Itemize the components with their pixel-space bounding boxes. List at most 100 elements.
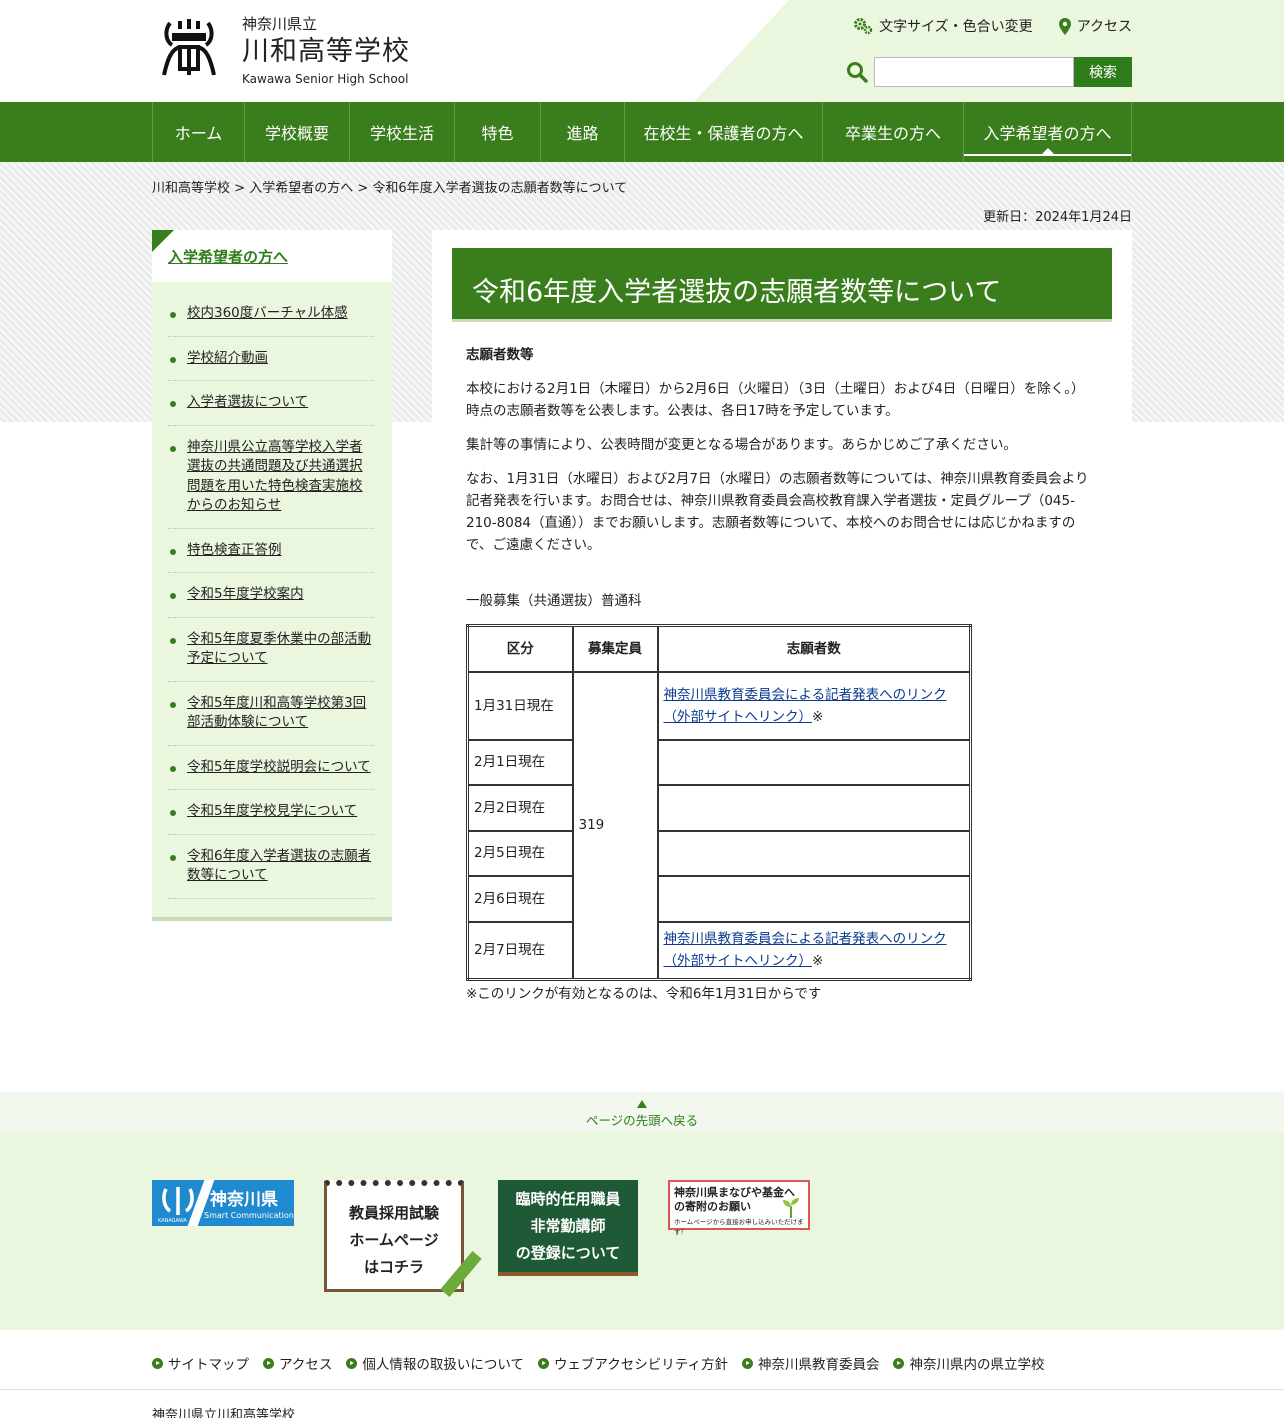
banner-line: はコチラ [363,1258,424,1276]
footer-school-name: 神奈川県立川和高等学校 [152,1408,296,1418]
side-item[interactable]: 特色検査正答例 [168,529,374,573]
press-release-link[interactable]: 神奈川県教育委員会による記者発表へのリンク（外部サイトへリンク） [664,931,947,969]
kanagawa-banner[interactable]: KANAGAWA 神奈川県 Smart Communication [152,1180,294,1226]
nav-about[interactable]: 学校概要 [244,102,349,162]
search-icon [847,62,868,83]
table-row: 1月31日現在 319 神奈川県教育委員会による記者発表へのリンク（外部サイトへ… [466,670,972,981]
kanagawa-title: 神奈川県 [210,1190,278,1210]
fund-sub: ホームページから直接お申し込みいただけます！ [674,1218,804,1236]
font-color-link[interactable]: 文字サイズ・色合い変更 [853,16,1033,36]
font-color-label: 文字サイズ・色合い変更 [879,19,1033,35]
nav-graduates[interactable]: 卒業生の方へ [822,102,963,162]
side-item[interactable]: 令和6年度入学者選抜の志願者数等について [168,835,374,899]
row-label: 2月7日現在 [466,920,574,981]
side-item[interactable]: 校内360度バーチャル体感 [168,292,374,337]
teacher-exam-banner[interactable]: 教員採用試験 ホームページ はコチラ [324,1180,482,1298]
side-menu-title[interactable]: 入学希望者の方へ [152,230,392,282]
temp-staff-banner[interactable]: 臨時的任用職員 非常勤講師 の登録について [498,1180,638,1276]
banner-area: KANAGAWA 神奈川県 Smart Communication 教員採用試験… [0,1132,1284,1330]
col-header: 志願者数 [656,624,972,673]
back-to-top[interactable]: ページの先頭へ戻る [0,1092,1284,1132]
applicants-cell [656,738,972,786]
table-row: 2月7日現在 神奈川県教育委員会による記者発表へのリンク（外部サイトへリンク）※ [466,920,972,981]
footer-link-accessibility[interactable]: ウェブアクセシビリティ方針 [537,1353,728,1373]
col-header: 区分 [466,624,574,673]
side-item[interactable]: 令和5年度川和高等学校第3回部活動体験について [168,682,374,746]
arrow-right-icon [263,1357,274,1369]
footer-link-sitemap[interactable]: サイトマップ [152,1353,249,1373]
side-item[interactable]: 神奈川県公立高等学校入学者選抜の共通問題及び共通選択問題を用いた特色検査実施校か… [168,426,374,529]
arrow-right-icon [893,1357,905,1369]
applicants-cell [656,829,972,877]
main-content: 令和6年度入学者選抜の志願者数等について 志願者数等 本校における2月1日（木曜… [432,230,1132,1005]
access-label: アクセス [1076,19,1132,35]
table-row: 2月6日現在 [466,874,972,923]
paragraph-contact: なお、1月31日（水曜日）および2月7日（水曜日）の志願者数等については、神奈川… [466,471,1089,553]
side-menu-list: 校内360度バーチャル体感 学校紹介動画 入学者選抜について 神奈川県公立高等学… [152,282,392,921]
nav-home[interactable]: ホーム [152,102,244,162]
applicants-cell [656,783,972,832]
access-link[interactable]: アクセス [1058,16,1132,36]
banner-line: 臨時的任用職員 [515,1190,621,1208]
nav-school-life[interactable]: 学校生活 [349,102,454,162]
banner-line: ホームページ [349,1231,439,1249]
table-row: 2月1日現在 [466,738,972,786]
table-header-row: 区分 募集定員 志願者数 [466,624,972,673]
nav-features[interactable]: 特色 [454,102,540,162]
nav-students-parents[interactable]: 在校生・保護者の方へ [624,102,822,162]
global-nav-list: ホーム 学校概要 学校生活 特色 進路 在校生・保護者の方へ 卒業生の方へ 入学… [152,102,1132,162]
table-caption: 一般募集（共通選抜）普通科 [466,593,642,609]
school-name: 川和高等学校 [242,36,410,67]
school-name-en: Kawawa Senior High School [242,72,409,86]
banner-line: 教員採用試験 [348,1204,439,1222]
footer-link-board[interactable]: 神奈川県教育委員会 [741,1353,879,1373]
school-prefecture: 神奈川県立 [242,15,318,33]
applicants-cell [656,874,972,923]
banner-line: の登録について [515,1244,621,1262]
nav-prospective[interactable]: 入学希望者の方へ [963,102,1132,162]
manabiya-fund-banner[interactable]: 神奈川県まなびや基金への寄附のお願い ホームページから直接お申し込みいただけます… [668,1180,810,1236]
row-label: 2月5日現在 [466,829,574,877]
search-input[interactable] [874,57,1074,87]
note-mark: ※ [812,953,824,970]
page-title: 令和6年度入学者選抜の志願者数等について [452,248,1112,322]
footer-link-access[interactable]: アクセス [263,1353,332,1373]
footer-link-privacy[interactable]: 個人情報の取扱いについて [346,1353,524,1373]
kanagawa-sub: Smart Communication [204,1211,294,1220]
side-item[interactable]: 令和5年度学校説明会について [168,746,374,790]
kanagawa-logo-sub: KANAGAWA [158,1218,187,1224]
side-item[interactable]: 入学者選抜について [168,381,374,426]
applicants-cell: 神奈川県教育委員会による記者発表へのリンク（外部サイトへリンク）※ [656,920,972,981]
search-button[interactable]: 検索 [1074,57,1132,87]
arrow-right-icon [346,1357,358,1369]
section-heading: 志願者数等 [466,347,534,363]
utility-links: 文字サイズ・色合い変更 アクセス [853,16,1132,36]
row-label: 2月2日現在 [466,783,574,832]
side-item[interactable]: 令和5年度学校案内 [168,573,374,618]
row-label: 1月31日現在 [466,670,574,741]
updated-date: 更新日：2024年1月24日 [983,210,1132,225]
capacity-cell: 319 [571,670,659,981]
site-header: 神奈川県立 川和高等学校 Kawawa Senior High School 文… [0,0,1284,102]
side-item[interactable]: 令和5年度学校見学について [168,790,374,835]
map-pin-icon [1058,17,1071,35]
site-logo[interactable]: 神奈川県立 川和高等学校 Kawawa Senior High School [152,14,410,88]
row-label: 2月6日現在 [466,874,574,923]
breadcrumb-parent[interactable]: 入学希望者の方へ [249,181,353,196]
footer: 神奈川県立川和高等学校 [0,1404,1284,1418]
arrow-right-icon [152,1357,163,1369]
press-release-link[interactable]: 神奈川県教育委員会による記者発表へのリンク（外部サイトへリンク） [664,687,947,725]
sprout-icon [783,1198,799,1218]
side-item[interactable]: 令和5年度夏季休業中の部活動予定について [168,618,374,682]
footer-link-schools[interactable]: 神奈川県内の県立学校 [893,1353,1044,1373]
breadcrumb-home[interactable]: 川和高等学校 [152,181,230,196]
note-mark: ※ [812,708,824,725]
row-label: 2月1日現在 [466,738,574,786]
side-item[interactable]: 学校紹介動画 [168,337,374,381]
breadcrumb: 川和高等学校 > 入学希望者の方へ > 令和6年度入学者選抜の志願者数等について [152,162,1132,210]
school-crest-icon [162,19,216,76]
arrow-right-icon [537,1357,549,1369]
site-search: 検索 [846,57,1132,87]
applicants-table: 区分 募集定員 志願者数 1月31日現在 319 神奈川県教育委員会による記者発… [466,624,972,981]
nav-career[interactable]: 進路 [540,102,624,162]
